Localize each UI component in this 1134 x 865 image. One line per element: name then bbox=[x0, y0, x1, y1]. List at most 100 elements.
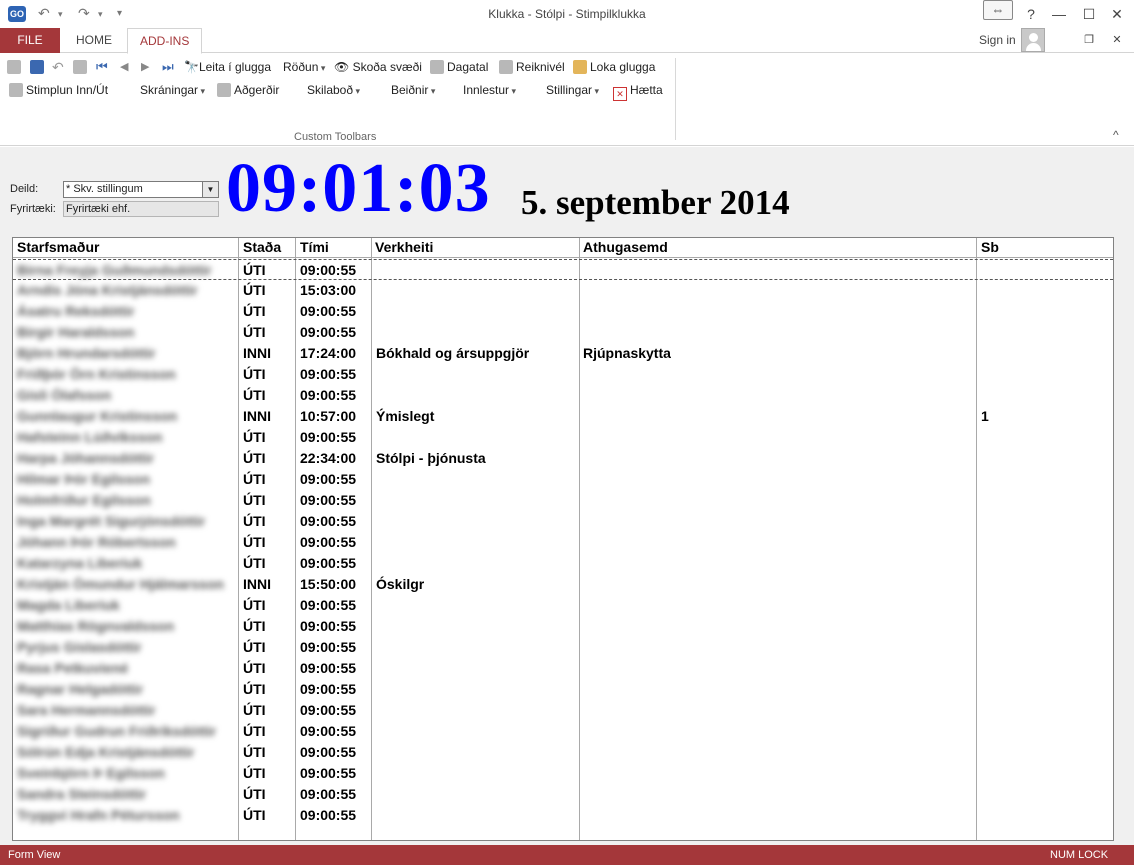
title-bar: GO ↶ ▾ ↷ ▾ ▾ Klukka - Stólpi - Stimpilkl… bbox=[0, 0, 1134, 28]
status-cell: ÚTI bbox=[243, 765, 266, 781]
column-header-status[interactable]: Staða bbox=[243, 239, 281, 255]
tab-home[interactable]: HOME bbox=[64, 28, 124, 53]
messages-dropdown[interactable]: Skilaboð bbox=[307, 81, 360, 99]
requests-dropdown[interactable]: Beiðnir bbox=[391, 81, 435, 99]
time-cell: 10:57:00 bbox=[300, 408, 357, 424]
settings-dropdown[interactable]: Stillingar bbox=[546, 81, 599, 99]
column-header-comment[interactable]: Athugasemd bbox=[583, 239, 668, 255]
help-button[interactable]: ? bbox=[1018, 4, 1044, 24]
table-row[interactable]: Holmfríður Egilsson ÚTI 09:00:55 bbox=[13, 490, 1113, 511]
table-row[interactable]: Birgir Haraldsson ÚTI 09:00:55 bbox=[13, 322, 1113, 343]
employee-name: Holmfríður Egilsson bbox=[17, 492, 151, 508]
status-cell: INNI bbox=[243, 345, 271, 361]
table-row[interactable]: Ásatru Reksdóttir ÚTI 09:00:55 bbox=[13, 301, 1113, 322]
last-record-icon[interactable]: ⏭ bbox=[162, 58, 174, 76]
minimize-button[interactable]: — bbox=[1046, 4, 1072, 24]
first-record-icon[interactable]: ⏮ bbox=[96, 58, 108, 76]
table-row[interactable]: Hafsteinn Lúðvíksson ÚTI 09:00:55 bbox=[13, 427, 1113, 448]
status-cell: ÚTI bbox=[243, 786, 266, 802]
status-cell: ÚTI bbox=[243, 450, 266, 466]
close-database-icon[interactable]: ✕ bbox=[1104, 30, 1130, 50]
find-in-window-button[interactable]: 🔭Leita í glugga bbox=[184, 58, 271, 76]
ribbon-display-options-button[interactable]: ⇔ bbox=[983, 0, 1013, 20]
restore-window-icon[interactable]: ❐ bbox=[1076, 30, 1102, 50]
actions-button[interactable]: Aðgerðir bbox=[217, 81, 279, 99]
table-row[interactable]: Sandra Steinsdóttir ÚTI 09:00:55 bbox=[13, 784, 1113, 805]
clock-in-out-button[interactable]: Stimplun Inn/Út bbox=[9, 81, 108, 99]
column-header-employee[interactable]: Starfsmaður bbox=[17, 239, 99, 255]
employee-name: Magda Liberiuk bbox=[17, 597, 120, 613]
table-row[interactable]: Jóhann Þór Róbertsson ÚTI 09:00:55 bbox=[13, 532, 1113, 553]
import-dropdown[interactable]: Innlestur bbox=[463, 81, 516, 99]
time-cell: 09:00:55 bbox=[300, 660, 357, 676]
table-row[interactable]: Björn Hrundarsdóttir INNI 17:24:00 Bókhald … bbox=[13, 343, 1113, 364]
num-lock-indicator: NUM LOCK bbox=[1050, 849, 1109, 861]
calendar-button[interactable]: Dagatal bbox=[430, 58, 488, 76]
view-area-button[interactable]: 👁 Skoða svæði bbox=[334, 58, 422, 76]
employee-name: Sveinbjörn Þ Egilsson bbox=[17, 765, 165, 781]
task-cell: Ýmislegt bbox=[376, 408, 435, 424]
column-header-sb[interactable]: Sb bbox=[981, 239, 999, 255]
task-cell: Bókhald og ársuppgjör bbox=[376, 345, 530, 361]
employee-name: Arndís Jóna Kristjánsdóttir bbox=[17, 282, 198, 298]
table-row[interactable]: Hilmar Þór Egilsson ÚTI 09:00:55 bbox=[13, 469, 1113, 490]
table-row[interactable]: Birna Freyja Guðmundsdóttir ÚTI 09:00:55 bbox=[13, 259, 1113, 280]
time-cell: 09:00:55 bbox=[300, 534, 357, 550]
table-row[interactable]: Sara Hermannsdóttir ÚTI 09:00:55 bbox=[13, 700, 1113, 721]
employee-name: Sara Hermannsdóttir bbox=[17, 702, 156, 718]
table-row[interactable]: Harpa Jóhannsdóttir ÚTI 22:34:00 Stólpi - þ… bbox=[13, 448, 1113, 469]
delete-record-icon[interactable] bbox=[73, 60, 87, 74]
status-cell: ÚTI bbox=[243, 513, 266, 529]
table-row[interactable]: Sólrún Edja Kristjánsdóttir ÚTI 09:00:55 bbox=[13, 742, 1113, 763]
employee-name: Björn Hrundarsdóttir bbox=[17, 345, 156, 361]
table-row[interactable]: Matthías Rögnvaldsson ÚTI 09:00:55 bbox=[13, 616, 1113, 637]
table-row[interactable]: Magda Liberiuk ÚTI 09:00:55 bbox=[13, 595, 1113, 616]
time-cell: 09:00:55 bbox=[300, 513, 357, 529]
registrations-dropdown[interactable]: Skráningar bbox=[140, 81, 205, 99]
avatar[interactable] bbox=[1021, 28, 1045, 52]
quit-button[interactable]: ✕ Hætta bbox=[613, 81, 663, 101]
sort-dropdown[interactable]: Röðun bbox=[283, 58, 325, 76]
maximize-button[interactable]: ☐ bbox=[1076, 4, 1102, 24]
column-header-time[interactable]: Tími bbox=[300, 239, 329, 255]
undo-record-icon[interactable]: ↶ bbox=[52, 58, 64, 76]
task-cell: Óskilgr bbox=[376, 576, 425, 592]
calendar-icon bbox=[430, 60, 444, 74]
close-window-button[interactable]: Loka glugga bbox=[573, 58, 655, 76]
calculator-button[interactable]: Reiknivél bbox=[499, 58, 565, 76]
table-row[interactable]: Friðþór Örn Kristinsson ÚTI 09:00:55 bbox=[13, 364, 1113, 385]
close-button[interactable]: ✕ bbox=[1104, 4, 1130, 24]
department-combobox[interactable]: * Skv. stillingum ▼ bbox=[63, 181, 219, 198]
table-row[interactable]: Rasa Petkuviené ÚTI 09:00:55 bbox=[13, 658, 1113, 679]
table-row[interactable]: Tryggvi Hrafn Pétursson ÚTI 09:00:55 bbox=[13, 805, 1113, 826]
ribbon-group-separator bbox=[675, 58, 676, 140]
table-row[interactable]: Inga Margrét Sigurjónsdóttir ÚTI 09:00:55 bbox=[13, 511, 1113, 532]
time-cell: 09:00:55 bbox=[300, 765, 357, 781]
table-row[interactable]: Ragnar Helgadóttir ÚTI 09:00:55 bbox=[13, 679, 1113, 700]
print-icon[interactable] bbox=[7, 60, 21, 74]
table-row[interactable]: Gísli Ólafsson ÚTI 09:00:55 bbox=[13, 385, 1113, 406]
status-cell: ÚTI bbox=[243, 303, 266, 319]
column-header-task[interactable]: Verkheiti bbox=[375, 239, 433, 255]
status-cell: ÚTI bbox=[243, 387, 266, 403]
status-cell: ÚTI bbox=[243, 807, 266, 823]
sign-in-link[interactable]: Sign in bbox=[979, 33, 1016, 47]
chevron-down-icon[interactable]: ▼ bbox=[202, 182, 218, 197]
previous-record-icon[interactable]: ◀ bbox=[120, 58, 128, 76]
table-row[interactable]: Katarzyna Liberiuk ÚTI 09:00:55 bbox=[13, 553, 1113, 574]
table-row[interactable]: Arndís Jóna Kristjánsdóttir ÚTI 15:03:00 bbox=[13, 280, 1113, 301]
employee-name: Jóhann Þór Róbertsson bbox=[17, 534, 176, 550]
time-cell: 09:00:55 bbox=[300, 262, 357, 278]
save-icon[interactable] bbox=[30, 60, 44, 74]
binoculars-icon: 🔭 bbox=[184, 60, 199, 74]
table-row[interactable]: Gunnlaugur Kristinsson INNI 10:57:00 Ýmisle… bbox=[13, 406, 1113, 427]
table-row[interactable]: Sveinbjörn Þ Egilsson ÚTI 09:00:55 bbox=[13, 763, 1113, 784]
collapse-ribbon-icon[interactable]: ^ bbox=[1113, 128, 1119, 142]
time-cell: 09:00:55 bbox=[300, 387, 357, 403]
tab-file[interactable]: FILE bbox=[0, 28, 60, 53]
table-row[interactable]: Pyrjus Gíslasdóttir ÚTI 09:00:55 bbox=[13, 637, 1113, 658]
table-row[interactable]: Sigríður Gudrun Friðriksdóttir ÚTI 09:00:5… bbox=[13, 721, 1113, 742]
tab-add-ins[interactable]: ADD-INS bbox=[127, 28, 203, 54]
table-row[interactable]: Kristján Ómundur Hjálmarsson INNI 15:50:00… bbox=[13, 574, 1113, 595]
next-record-icon[interactable]: ▶ bbox=[141, 58, 149, 76]
